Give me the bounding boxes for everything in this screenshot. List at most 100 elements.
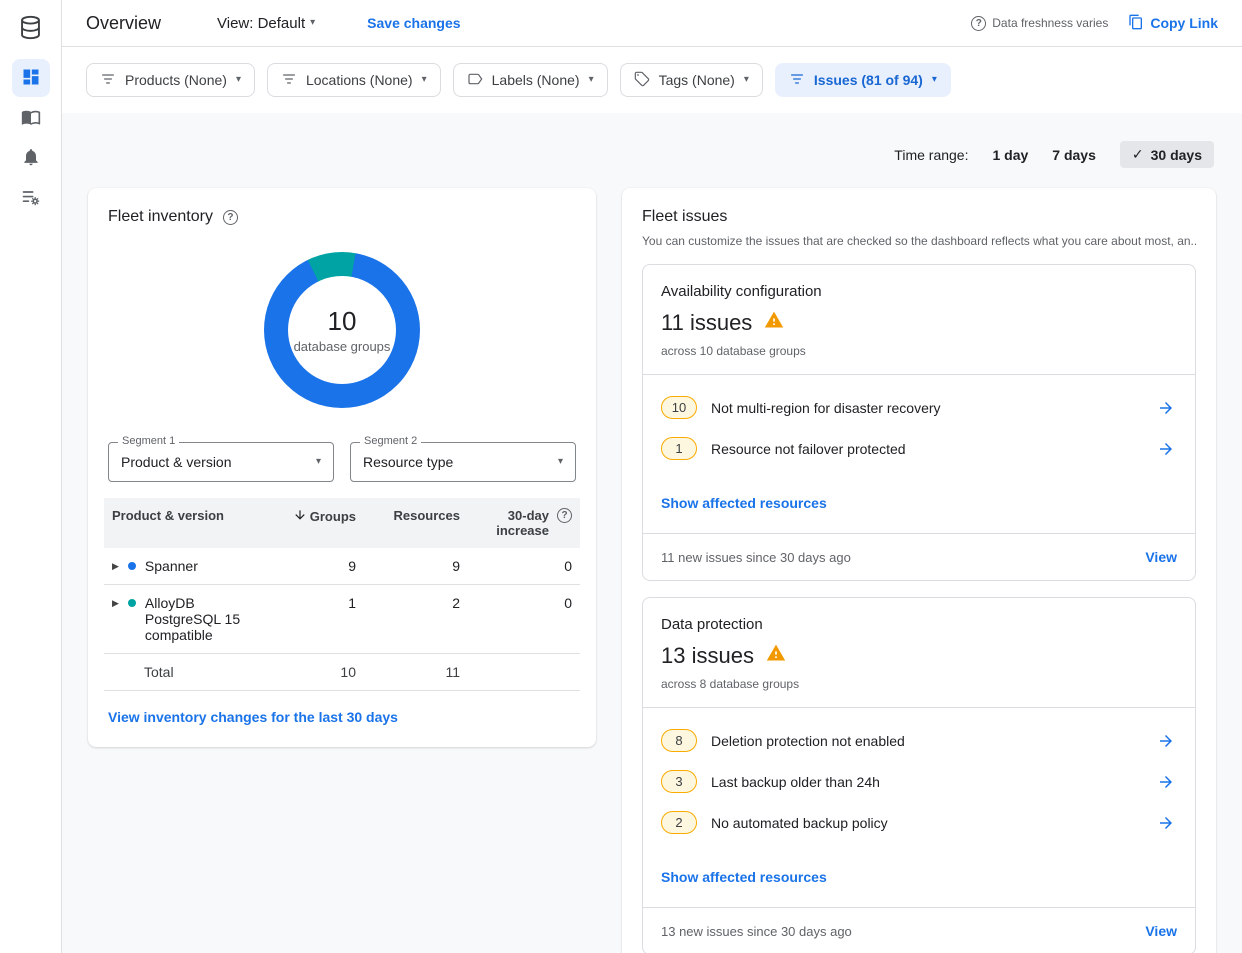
- data-freshness: ? Data freshness varies: [971, 16, 1108, 31]
- issue-items: 10 Not multi-region for disaster recover…: [643, 374, 1195, 533]
- new-issues-text: 11 new issues since 30 days ago: [661, 550, 851, 565]
- total-resources: 11: [364, 654, 468, 691]
- help-icon[interactable]: ?: [223, 210, 238, 225]
- warning-icon: [764, 310, 784, 336]
- issue-scope: across 8 database groups: [661, 677, 1177, 691]
- arrow-forward-icon[interactable]: [1155, 730, 1177, 752]
- page-title: Overview: [86, 13, 161, 34]
- issue-count-badge: 2: [661, 811, 697, 834]
- dashboard-cards: Fleet inventory ? 10 database groups: [88, 188, 1216, 953]
- series-dot: [128, 599, 136, 607]
- filter-chip-tags[interactable]: Tags (None) ▾: [620, 63, 763, 97]
- total-label: Total: [104, 654, 278, 691]
- fleet-issues-subtitle: You can customize the issues that are ch…: [642, 234, 1196, 248]
- tag-icon: [634, 71, 650, 90]
- sidebar-item-book[interactable]: [12, 99, 50, 137]
- inventory-donut-center: 10 database groups: [288, 276, 396, 384]
- topbar-right: ? Data freshness varies Copy Link: [971, 14, 1218, 33]
- show-affected-resources-link[interactable]: Show affected resources: [661, 495, 827, 511]
- filter-chip-issues[interactable]: Issues (81 of 94) ▾: [775, 63, 951, 97]
- segment1-select[interactable]: Segment 1 Product & version ▾: [108, 442, 334, 482]
- table-row-alloydb[interactable]: ▶ AlloyDB PostgreSQL 15 compatible 1 2 0: [104, 585, 580, 654]
- dashboard-icon: [21, 67, 41, 90]
- series-dot: [128, 562, 136, 570]
- arrow-forward-icon[interactable]: [1155, 771, 1177, 793]
- view-inventory-changes-link[interactable]: View inventory changes for the last 30 d…: [104, 691, 402, 737]
- issue-item: 1 Resource not failover protected: [661, 428, 1177, 469]
- app-root: Overview View: Default ▾ Save changes ? …: [0, 0, 1242, 953]
- issue-card-title: Data protection: [661, 616, 1177, 633]
- chevron-down-icon: ▾: [310, 18, 315, 28]
- issue-count-badge: 10: [661, 396, 697, 419]
- view-button[interactable]: View: [1145, 923, 1177, 939]
- filter-chip-locations[interactable]: Locations (None) ▾: [267, 63, 441, 97]
- arrow-forward-icon[interactable]: [1155, 812, 1177, 834]
- cell-increase: 0: [468, 548, 580, 585]
- cell-groups: 9: [278, 548, 364, 585]
- chevron-down-icon: ▾: [558, 457, 563, 467]
- book-icon: [21, 107, 41, 130]
- main-area: Time range: 1 day 7 days ✓ 30 days Fleet…: [62, 113, 1242, 953]
- column-resources[interactable]: Resources: [364, 498, 468, 548]
- time-range-30days[interactable]: ✓ 30 days: [1120, 141, 1214, 168]
- issue-count-badge: 3: [661, 770, 697, 793]
- time-range-label: Time range:: [894, 147, 968, 163]
- inventory-table: Product & version Groups Resources: [104, 498, 580, 691]
- show-affected-resources-link[interactable]: Show affected resources: [661, 869, 827, 885]
- time-range-7days[interactable]: 7 days: [1052, 147, 1096, 163]
- sidebar-item-settings-list[interactable]: [12, 179, 50, 217]
- copy-link-button[interactable]: Copy Link: [1128, 14, 1218, 33]
- filter-icon: [789, 71, 805, 90]
- issue-item: 3 Last backup older than 24h: [661, 761, 1177, 802]
- issue-card-footer: 13 new issues since 30 days ago View: [643, 907, 1195, 953]
- time-range-1day[interactable]: 1 day: [992, 147, 1028, 163]
- filter-icon: [100, 71, 116, 90]
- arrow-forward-icon[interactable]: [1155, 397, 1177, 419]
- view-button[interactable]: View: [1145, 549, 1177, 565]
- label-icon: [467, 71, 483, 90]
- chevron-down-icon: ▾: [316, 457, 321, 467]
- save-changes-button[interactable]: Save changes: [367, 15, 460, 31]
- column-30day-increase[interactable]: 30-day increase ?: [468, 498, 580, 548]
- column-groups[interactable]: Groups: [278, 498, 364, 548]
- segment2-select[interactable]: Segment 2 Resource type ▾: [350, 442, 576, 482]
- chevron-down-icon: ▾: [589, 75, 594, 85]
- time-range-bar: Time range: 1 day 7 days ✓ 30 days: [88, 113, 1216, 188]
- donut-center-label: database groups: [294, 339, 391, 354]
- database-logo-icon: [17, 11, 44, 43]
- column-product-version[interactable]: Product & version: [104, 498, 278, 548]
- warning-icon: [766, 643, 786, 669]
- arrow-forward-icon[interactable]: [1155, 438, 1177, 460]
- cell-resources: 9: [364, 548, 468, 585]
- sidebar-item-notifications[interactable]: [12, 139, 50, 177]
- segment-selectors: Segment 1 Product & version ▾ Segment 2 …: [104, 442, 580, 482]
- copy-icon: [1128, 14, 1144, 33]
- sidebar-item-dashboard[interactable]: [12, 59, 50, 97]
- expand-row-icon[interactable]: ▶: [112, 558, 119, 572]
- filter-icon: [281, 71, 297, 90]
- issue-card-header: Data protection 13 issues across 8 datab…: [643, 598, 1195, 707]
- issue-card-footer: 11 new issues since 30 days ago View: [643, 533, 1195, 580]
- expand-row-icon[interactable]: ▶: [112, 595, 119, 609]
- check-icon: ✓: [1132, 146, 1144, 163]
- view-selector[interactable]: View: Default ▾: [217, 15, 315, 32]
- table-row-spanner[interactable]: ▶ Spanner 9 9 0: [104, 548, 580, 585]
- help-icon[interactable]: ?: [557, 508, 572, 523]
- help-icon[interactable]: ?: [971, 16, 986, 31]
- chevron-down-icon: ▾: [236, 75, 241, 85]
- chevron-down-icon: ▾: [932, 75, 937, 85]
- filter-chip-products[interactable]: Products (None) ▾: [86, 63, 255, 97]
- issue-count: 11 issues: [661, 310, 1177, 336]
- inventory-donut-chart: 10 database groups: [104, 226, 580, 442]
- cell-product: ▶ AlloyDB PostgreSQL 15 compatible: [104, 585, 278, 654]
- chevron-down-icon: ▾: [422, 75, 427, 85]
- issue-card-header: Availability configuration 11 issues acr…: [643, 265, 1195, 374]
- filter-chip-labels[interactable]: Labels (None) ▾: [453, 63, 608, 97]
- chevron-down-icon: ▾: [744, 75, 749, 85]
- issue-count-badge: 1: [661, 437, 697, 460]
- issue-card-title: Availability configuration: [661, 283, 1177, 300]
- issue-count: 13 issues: [661, 643, 1177, 669]
- content: Overview View: Default ▾ Save changes ? …: [62, 0, 1242, 953]
- fleet-issues-title: Fleet issues: [642, 208, 1196, 226]
- issue-scope: across 10 database groups: [661, 344, 1177, 358]
